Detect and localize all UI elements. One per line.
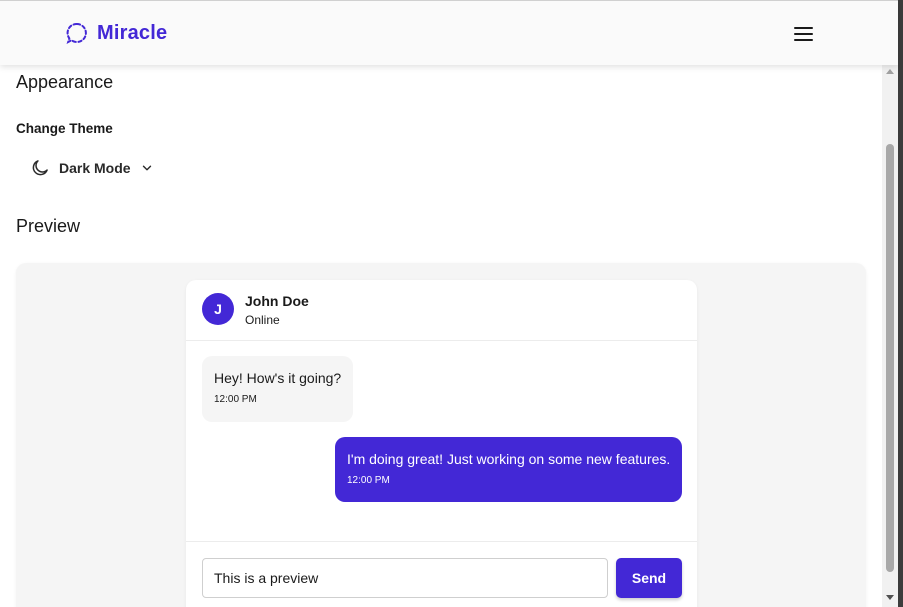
settings-content: Appearance Change Theme Dark Mode Previe… <box>0 65 882 607</box>
window-edge <box>898 0 903 607</box>
app-header: Miracle <box>0 0 898 65</box>
change-theme-label: Change Theme <box>16 121 113 136</box>
message-text: Hey! How's it going? <box>214 370 342 386</box>
brand[interactable]: Miracle <box>65 21 167 45</box>
scrollbar-thumb[interactable] <box>886 144 894 572</box>
contact-name: John Doe <box>245 293 309 309</box>
moon-icon <box>32 160 48 176</box>
theme-select-value: Dark Mode <box>59 160 131 176</box>
contact-status: Online <box>245 313 280 327</box>
send-button[interactable]: Send <box>616 558 682 598</box>
chat-header: J John Doe Online <box>186 280 697 341</box>
scroll-down-arrow-icon[interactable] <box>886 595 894 600</box>
avatar: J <box>202 293 234 325</box>
dashed-chat-bubble-icon <box>66 23 87 45</box>
scroll-up-arrow-icon[interactable] <box>886 69 894 74</box>
hamburger-menu-icon[interactable] <box>790 23 816 45</box>
message-time: 12:00 PM <box>347 475 390 486</box>
brand-name: Miracle <box>97 21 168 44</box>
message-bubble-outgoing: I'm doing great! Just working on some ne… <box>335 437 682 502</box>
page-scrollbar[interactable] <box>882 65 898 607</box>
message-text: I'm doing great! Just working on some ne… <box>347 451 671 467</box>
chevron-down-icon <box>142 165 151 171</box>
preview-heading: Preview <box>16 216 81 236</box>
preview-panel: J John Doe Online Hey! How's it going? 1… <box>16 263 866 607</box>
appearance-heading: Appearance <box>16 72 114 92</box>
chat-composer: Send <box>186 541 697 607</box>
chat-preview-card: J John Doe Online Hey! How's it going? 1… <box>186 280 697 607</box>
message-time: 12:00 PM <box>214 394 257 405</box>
message-bubble-incoming: Hey! How's it going? 12:00 PM <box>202 356 353 422</box>
message-input[interactable] <box>202 558 608 598</box>
theme-select[interactable]: Dark Mode <box>30 155 154 181</box>
